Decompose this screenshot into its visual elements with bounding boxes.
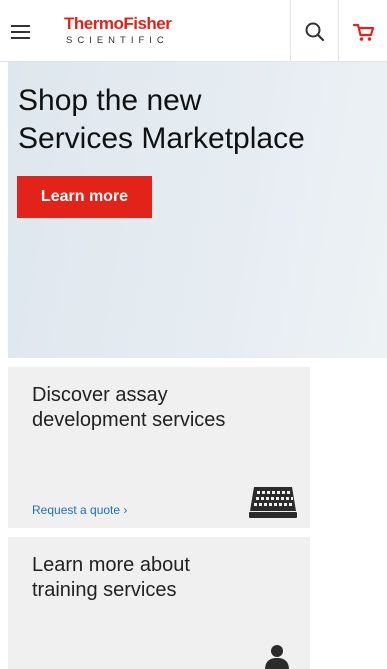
search-icon	[305, 22, 325, 42]
card-title: Learn more about training services	[32, 553, 190, 603]
microplate-icon	[249, 487, 297, 518]
cart-icon	[352, 23, 375, 41]
card-title-line-1: Discover assay	[32, 384, 168, 406]
assay-development-card[interactable]: Discover assay development services Requ…	[8, 367, 310, 528]
learn-more-button[interactable]: Learn more	[17, 176, 152, 218]
hero-title: Shop the new Services Marketplace	[18, 82, 305, 158]
person-icon	[265, 645, 289, 669]
hamburger-menu-icon[interactable]	[11, 24, 31, 40]
card-title-line-2: development services	[32, 409, 226, 431]
cart-button[interactable]	[338, 0, 386, 62]
card-title-line-2: training services	[32, 579, 177, 601]
site-header: ThermoFisher SCIENTIFIC	[0, 0, 387, 62]
logo-subtitle: SCIENTIFIC	[66, 35, 169, 46]
card-title-line-1: Learn more about	[32, 554, 190, 576]
hero-title-line-2: Services Marketplace	[18, 122, 305, 155]
search-button[interactable]	[290, 0, 338, 62]
logo-wordmark: ThermoFisher	[64, 14, 172, 33]
hero-banner: Shop the new Services Marketplace Learn …	[8, 62, 387, 358]
hero-title-line-1: Shop the new	[18, 84, 202, 117]
training-services-card[interactable]: Learn more about training services	[8, 537, 310, 669]
card-title: Discover assay development services	[32, 383, 225, 433]
thermo-fisher-logo[interactable]: ThermoFisher SCIENTIFIC	[62, 14, 202, 50]
request-quote-link[interactable]: Request a quote ›	[32, 503, 127, 517]
